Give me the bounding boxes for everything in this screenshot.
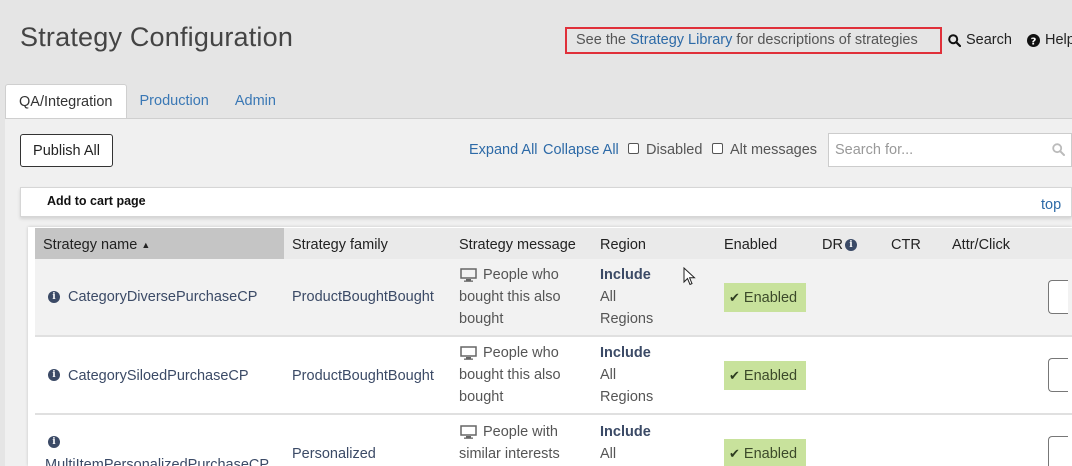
strategy-message-line: People who: [483, 345, 559, 361]
help-link-label: Help: [1045, 32, 1072, 48]
strategy-family: Personalized: [292, 446, 376, 462]
strategy-name[interactable]: CategorySiloedPurchaseCP: [68, 368, 249, 384]
tab-production[interactable]: Production: [127, 84, 222, 119]
library-notice-suffix: for descriptions of strategies: [732, 32, 918, 48]
enabled-badge-label: Enabled: [743, 367, 798, 384]
strategy-message-line: People with: [483, 424, 558, 440]
column-header-attr-click[interactable]: Attr/Click: [952, 237, 1010, 253]
disabled-checkbox[interactable]: [628, 142, 639, 154]
check-icon: ✔: [729, 445, 740, 461]
expand-all-link[interactable]: Expand All: [469, 142, 538, 158]
strategy-library-notice: See the Strategy Library for description…: [565, 27, 942, 54]
column-header-enabled[interactable]: Enabled: [724, 237, 777, 253]
section-title: Add to cart page: [47, 194, 146, 208]
enabled-badge[interactable]: ✔ Enabled: [724, 283, 806, 312]
help-icon: ?: [1027, 33, 1040, 47]
row-action-button[interactable]: [1048, 436, 1068, 466]
info-icon[interactable]: i: [48, 369, 60, 381]
region-include: Include: [600, 424, 651, 440]
column-header-strategy-family[interactable]: Strategy family: [292, 237, 388, 253]
region-include: Include: [600, 267, 651, 283]
disabled-filter[interactable]: Disabled: [628, 142, 702, 158]
enabled-badge-label: Enabled: [743, 445, 798, 462]
monitor-icon: [460, 346, 477, 360]
svg-text:?: ?: [1031, 36, 1037, 47]
search-icon: [948, 33, 961, 47]
environment-tabs: QA/Integration Production Admin: [5, 84, 289, 119]
strategy-family: ProductBoughtBought: [292, 289, 434, 305]
region-value: All: [600, 367, 617, 383]
help-link[interactable]: ? Help: [1027, 32, 1072, 48]
column-header-dr[interactable]: DR i: [822, 237, 857, 253]
cursor-icon: [683, 267, 696, 286]
enabled-badge-label: Enabled: [743, 289, 798, 306]
region-include: Include: [600, 345, 651, 361]
strategy-family: ProductBoughtBought: [292, 368, 434, 384]
strategy-library-link[interactable]: Strategy Library: [630, 32, 732, 48]
library-notice-prefix: See the: [576, 32, 631, 48]
row-action-button[interactable]: [1048, 358, 1068, 392]
region-value: Regions: [600, 311, 654, 327]
alt-messages-label: Alt messages: [730, 142, 818, 158]
info-icon[interactable]: i: [48, 291, 60, 303]
alt-messages-filter[interactable]: Alt messages: [712, 142, 817, 158]
column-header-strategy-name[interactable]: Strategy name ▲: [43, 237, 150, 253]
strategy-search-input[interactable]: [828, 133, 1072, 167]
region-value: All: [600, 446, 617, 462]
column-header-label: Strategy name: [43, 237, 138, 253]
region-value: All: [600, 289, 617, 305]
search-icon: [1052, 143, 1065, 156]
publish-all-button[interactable]: Publish All: [20, 134, 113, 167]
column-header-strategy-message[interactable]: Strategy message: [459, 237, 576, 253]
search-link-label: Search: [966, 32, 1012, 48]
strategy-message-line: similar interests: [459, 446, 560, 462]
section-header: [20, 187, 1072, 217]
check-icon: ✔: [729, 289, 740, 305]
strategy-message-line: People who: [483, 267, 559, 283]
enabled-badge[interactable]: ✔ Enabled: [724, 439, 806, 466]
disabled-label: Disabled: [646, 142, 703, 158]
column-header-ctr[interactable]: CTR: [891, 237, 921, 253]
monitor-icon: [460, 425, 477, 439]
collapse-all-link[interactable]: Collapse All: [543, 142, 619, 158]
alt-messages-checkbox[interactable]: [712, 142, 723, 154]
column-header-region[interactable]: Region: [600, 237, 646, 253]
region-value: Regions: [600, 389, 654, 405]
strategy-message-line: bought this also: [459, 367, 561, 383]
strategy-message-line: bought this also: [459, 289, 561, 305]
strategy-message-line: bought: [459, 311, 504, 327]
monitor-icon: [460, 268, 477, 282]
row-action-button[interactable]: [1048, 280, 1068, 314]
tab-qa-integration[interactable]: QA/Integration: [5, 84, 127, 119]
sort-up-icon: ▲: [141, 240, 151, 250]
tab-admin[interactable]: Admin: [222, 84, 289, 119]
search-link[interactable]: Search: [948, 32, 1012, 48]
page-title: Strategy Configuration: [20, 22, 294, 52]
top-link[interactable]: top: [1041, 197, 1061, 213]
strategy-name[interactable]: MultiItemPersonalizedPurchaseCP: [45, 457, 269, 466]
enabled-badge[interactable]: ✔ Enabled: [724, 361, 806, 390]
strategy-message-line: bought: [459, 389, 504, 405]
info-icon[interactable]: i: [48, 436, 60, 448]
column-header-label: DR: [822, 237, 843, 253]
check-icon: ✔: [729, 367, 740, 383]
strategy-name[interactable]: CategoryDiversePurchaseCP: [68, 289, 257, 305]
info-icon[interactable]: i: [844, 239, 857, 251]
